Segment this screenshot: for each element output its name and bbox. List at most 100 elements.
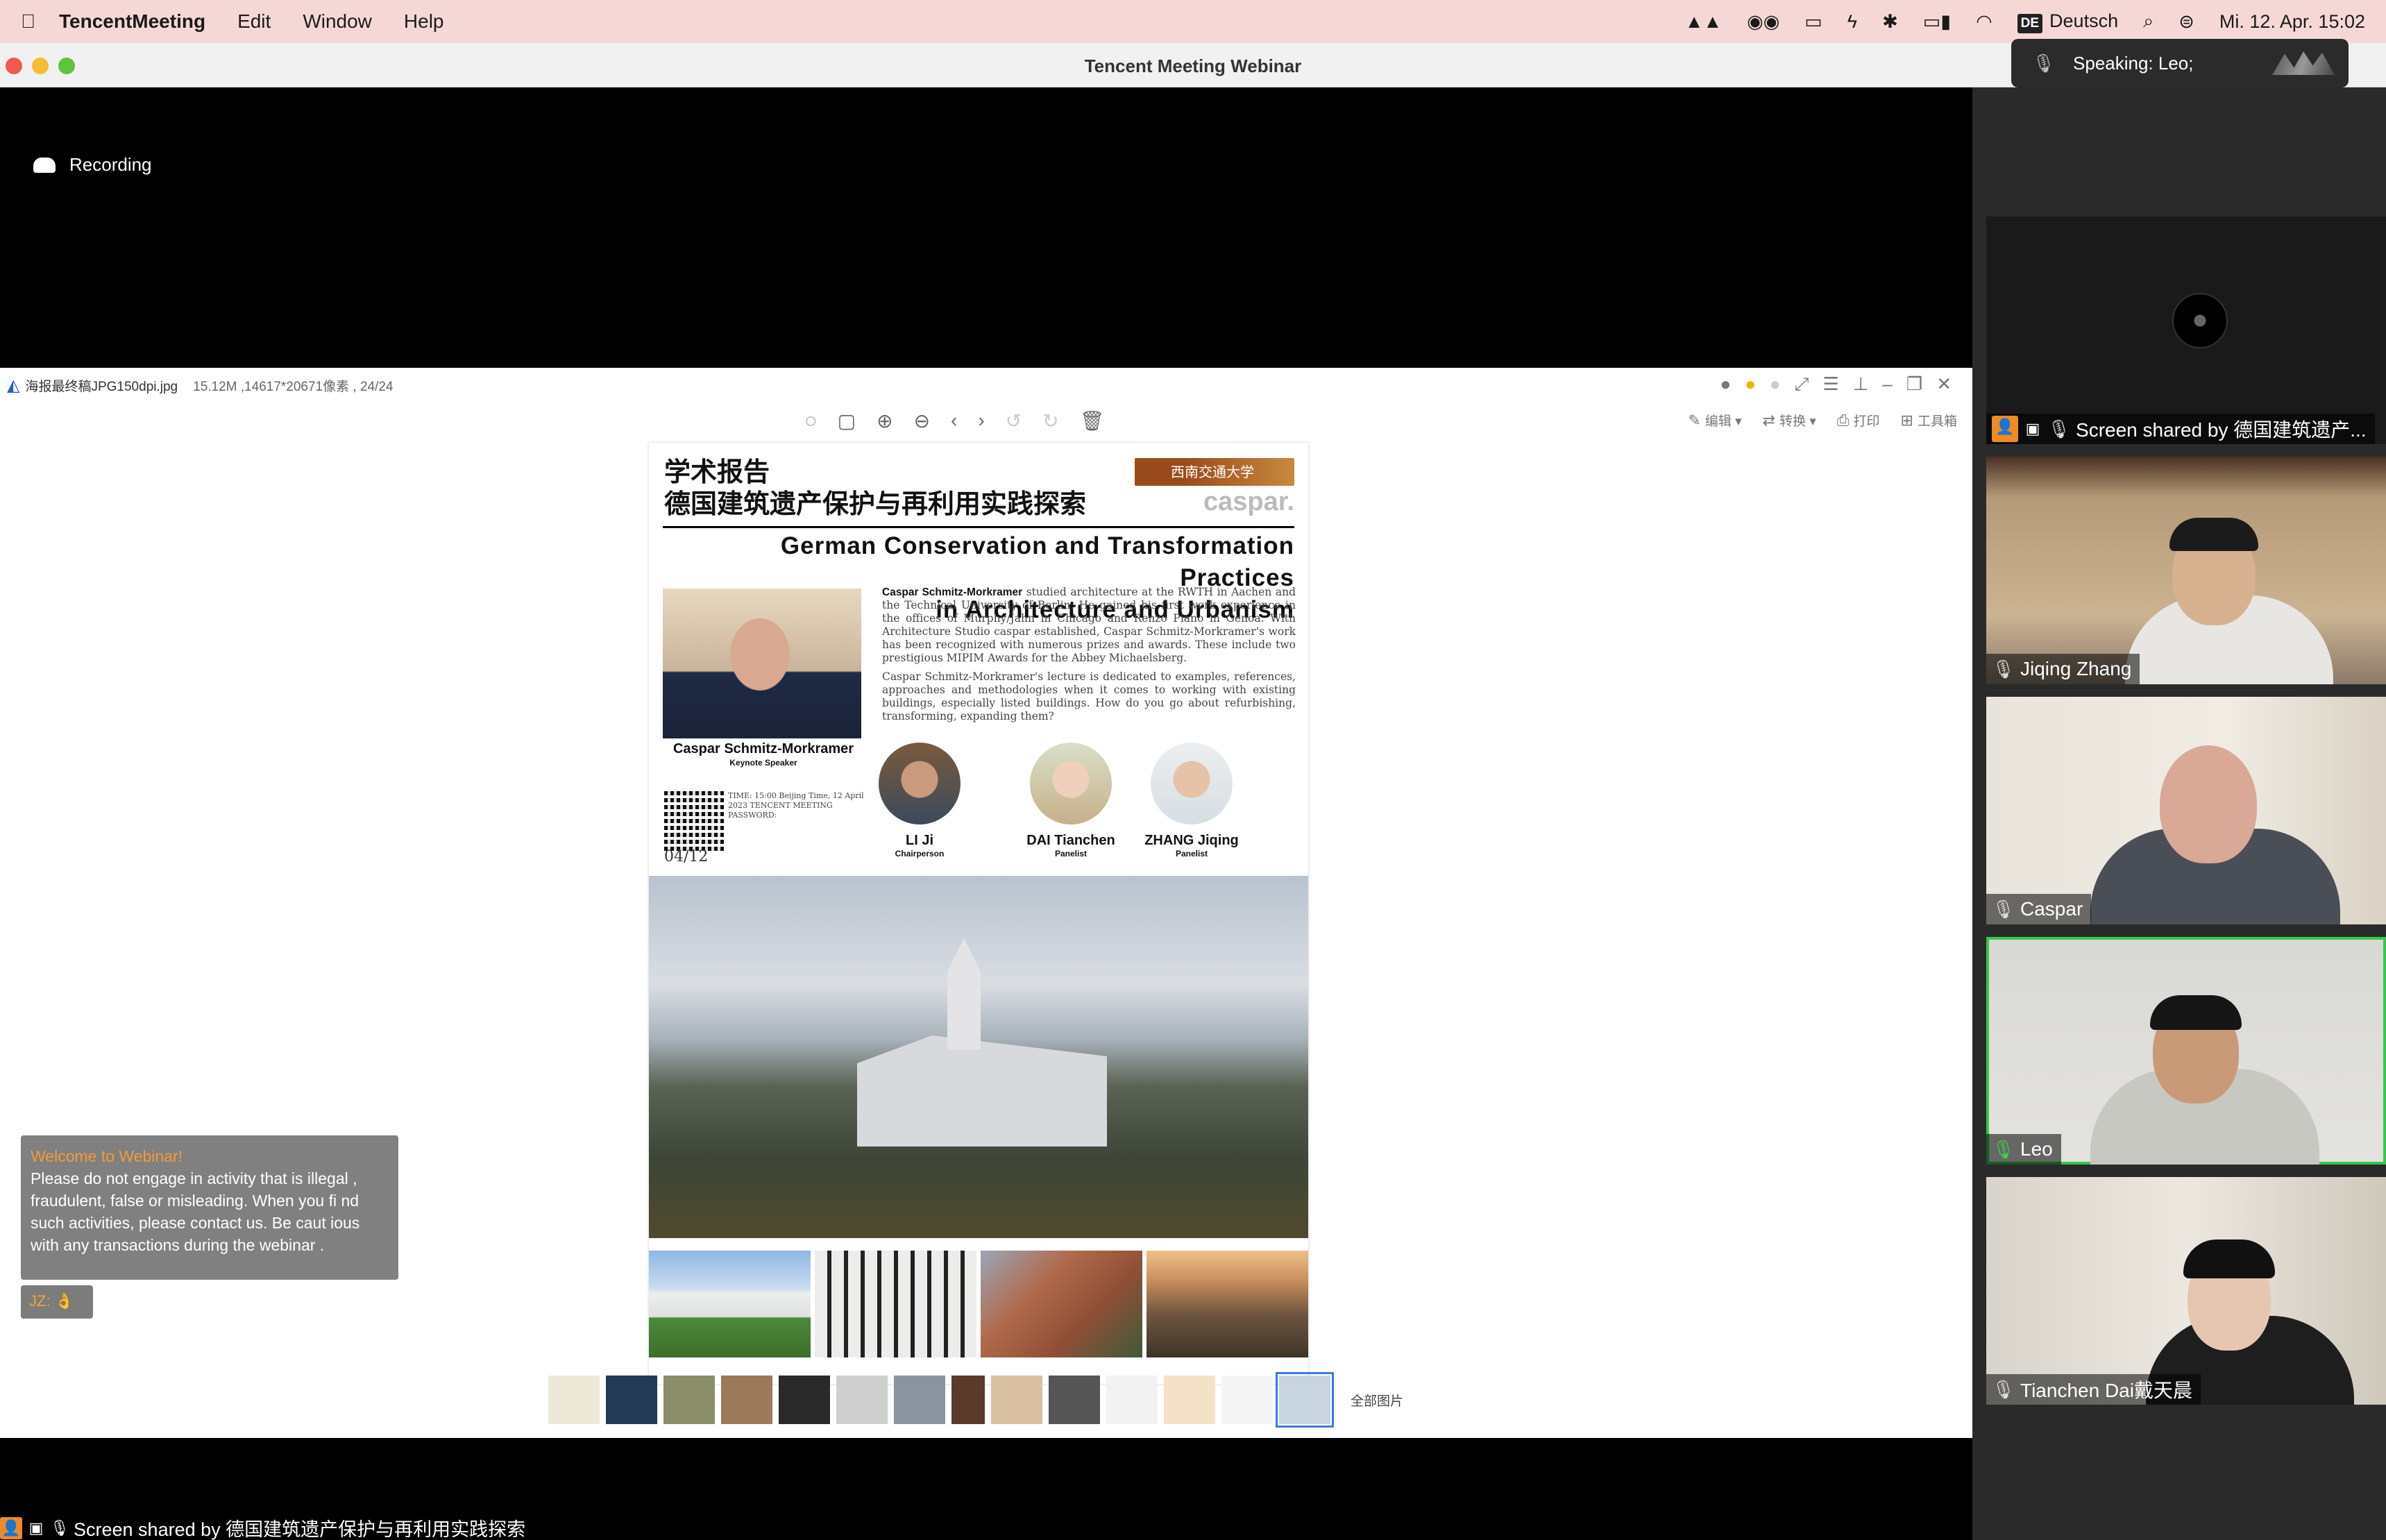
thumbnail[interactable] xyxy=(836,1376,888,1424)
panelist-li-ji: LI Ji Chairperson xyxy=(864,743,975,858)
participant-tile[interactable]: 🎙 Jiqing Zhang xyxy=(1986,457,2386,684)
participant-name: Leo xyxy=(2020,1138,2053,1160)
delete-icon[interactable]: 🗑 xyxy=(1080,409,1105,432)
project-photo xyxy=(649,1251,811,1357)
thumbnail[interactable] xyxy=(1164,1376,1215,1424)
project-photo xyxy=(1147,1251,1308,1357)
bluetooth-icon[interactable]: ✱ xyxy=(1882,11,1898,33)
menu-clock[interactable]: Mi. 12. Apr. 15:02 xyxy=(2219,11,2365,33)
control-center-icon[interactable]: ⊜ xyxy=(2178,11,2194,33)
menu-app-name[interactable]: TencentMeeting xyxy=(59,10,205,33)
previous-icon[interactable]: ‹ xyxy=(951,409,957,432)
thumbnail[interactable] xyxy=(548,1376,600,1424)
thumbnail[interactable] xyxy=(663,1376,715,1424)
toolbox-icon: ⊞ xyxy=(1900,412,1913,429)
thumbnail[interactable] xyxy=(1049,1376,1100,1424)
welcome-title: Welcome to Webinar! xyxy=(31,1147,183,1165)
panelist-name: DAI Tianchen xyxy=(1026,833,1115,848)
input-source[interactable]: DE Deutsch xyxy=(2017,10,2118,33)
thumbnail-selected[interactable] xyxy=(1276,1372,1334,1428)
convert-icon: ⇄ xyxy=(1762,412,1776,429)
status-dot-icon[interactable]: ● xyxy=(1770,373,1781,396)
participant-tile[interactable]: 🎙 Tianchen Dai戴天晨 xyxy=(1986,1177,2386,1405)
abbey-building xyxy=(857,1035,1107,1146)
print-icon: ⎙ xyxy=(1836,412,1850,429)
pointer-icon[interactable]: ◌ xyxy=(805,409,817,432)
thumbnail[interactable] xyxy=(951,1376,985,1424)
restore-icon[interactable]: ❐ xyxy=(1906,373,1922,396)
user-icon: 👤 xyxy=(0,1516,22,1539)
coin-icon[interactable]: ● xyxy=(1745,373,1756,396)
menu-window[interactable]: Window xyxy=(303,10,372,33)
battery-icon[interactable]: ▭▮ xyxy=(1923,11,1951,33)
print-button[interactable]: ⎙ 打印 xyxy=(1837,411,1880,430)
wechat-icon[interactable]: ◉◉ xyxy=(1747,11,1779,33)
next-icon[interactable]: › xyxy=(978,409,984,432)
poster-cn-title-line1: 学术报告 xyxy=(664,458,770,487)
wifi-icon[interactable]: ◠ xyxy=(1976,11,1992,33)
menu-bar:  TencentMeeting Edit Window Help ▲▲ ◉◉ … xyxy=(0,0,2386,43)
menu-edit[interactable]: Edit xyxy=(237,10,271,33)
toolbox-button[interactable]: ⊞ 工具箱 xyxy=(1901,411,1957,430)
bolt-icon[interactable]: ϟ xyxy=(1847,11,1857,33)
viewer-header: ◭ 海报最终稿JPG150dpi.jpg 15.12M ,14617*20671… xyxy=(0,368,1972,403)
abbey-photo xyxy=(649,876,1308,1238)
display-icon[interactable]: ▭ xyxy=(1804,11,1822,33)
qr-code xyxy=(664,791,724,851)
bio-paragraph-2: Caspar Schmitz-Morkramer's lecture is de… xyxy=(882,670,1296,722)
thumbnail[interactable] xyxy=(1221,1376,1273,1424)
fullscreen-icon[interactable]: ⤢ xyxy=(1795,373,1809,396)
title-divider xyxy=(663,526,1294,528)
thumbnail[interactable] xyxy=(991,1376,1042,1424)
menu-help[interactable]: Help xyxy=(404,10,444,33)
viewer-toolbar: ◌ ▢ ⊕ ⊖ ‹ › ↺ ↻ 🗑 xyxy=(805,409,1104,432)
poster-cn-title: 学术报告 德国建筑遗产保护与再利用实践探索 xyxy=(664,457,1086,521)
participant-tile-active-speaker[interactable]: 🎙 Leo xyxy=(1986,937,2386,1165)
print-label: 打印 xyxy=(1853,414,1880,429)
audio-wave-icon xyxy=(2272,51,2335,75)
minimize-icon[interactable]: – xyxy=(1882,373,1892,396)
apple-logo-icon[interactable]:  xyxy=(21,10,35,33)
panelist-avatar xyxy=(879,743,961,824)
convert-button[interactable]: ⇄ 转换 ▾ xyxy=(1763,411,1816,430)
thumbnail[interactable] xyxy=(606,1376,657,1424)
close-icon[interactable]: ✕ xyxy=(1936,373,1952,396)
zoom-in-icon[interactable]: ⊕ xyxy=(877,409,892,432)
user-icon: 👤 xyxy=(1992,416,2018,442)
edit-button[interactable]: ✎ 编辑 ▾ xyxy=(1688,411,1741,430)
participant-tile[interactable]: 🎙 Caspar xyxy=(1986,697,2386,924)
mountain-app-icon[interactable]: ▲▲ xyxy=(1685,11,1722,33)
participant-name: Tianchen Dai戴天晨 xyxy=(2020,1380,2192,1401)
rotate-right-icon[interactable]: ↻ xyxy=(1042,409,1058,432)
participant-name: Jiqing Zhang xyxy=(2020,658,2132,679)
muted-mic-icon: 🎙 xyxy=(1992,898,2015,920)
thumbnail[interactable] xyxy=(779,1376,830,1424)
thumbnail[interactable] xyxy=(894,1376,945,1424)
participants-panel: 👤 ▣ 🎙 Screen shared by 德国建筑遗产... 🎙 Jiqin… xyxy=(1972,87,2386,1540)
spotlight-search-icon[interactable]: ⌕ xyxy=(2143,10,2154,33)
pin-icon[interactable]: ⊥ xyxy=(1853,373,1869,396)
project-photo xyxy=(815,1251,976,1357)
caspar-logo: caspar. xyxy=(1203,487,1294,516)
thumbnail[interactable] xyxy=(1106,1376,1158,1424)
zoom-out-icon[interactable]: ⊖ xyxy=(914,409,930,432)
screen-share-text: Screen shared by 德国建筑遗产保护与再利用实践探索 xyxy=(74,1519,526,1540)
participant-tile[interactable]: 👤 ▣ 🎙 Screen shared by 德国建筑遗产... xyxy=(1986,217,2386,444)
project-photos xyxy=(649,1251,1308,1357)
file-meta: 15.12M ,14617*20671像素 , 24/24 xyxy=(193,379,394,394)
participant-name: Screen shared by 德国建筑遗产... xyxy=(2076,419,2367,441)
muted-mic-icon: 🎙 xyxy=(1992,1378,2015,1400)
thumbnail[interactable] xyxy=(721,1376,772,1424)
menu-icon[interactable]: ☰ xyxy=(1822,373,1838,396)
abbey-tower xyxy=(947,938,981,1049)
fit-icon[interactable]: ▢ xyxy=(838,409,856,432)
toolbox-label: 工具箱 xyxy=(1917,414,1957,429)
avatar-icon[interactable]: ● xyxy=(1720,373,1731,396)
school-logo: 西南交通大学 xyxy=(1135,458,1294,486)
convert-label: 转换 xyxy=(1779,414,1807,429)
panelist-name: ZHANG Jiqing xyxy=(1144,833,1239,848)
recording-indicator[interactable]: Recording xyxy=(33,154,152,176)
school-name: 西南交通大学 xyxy=(1171,464,1254,480)
rotate-left-icon[interactable]: ↺ xyxy=(1006,409,1022,432)
all-images-link[interactable]: 全部图片 xyxy=(1351,1391,1403,1410)
